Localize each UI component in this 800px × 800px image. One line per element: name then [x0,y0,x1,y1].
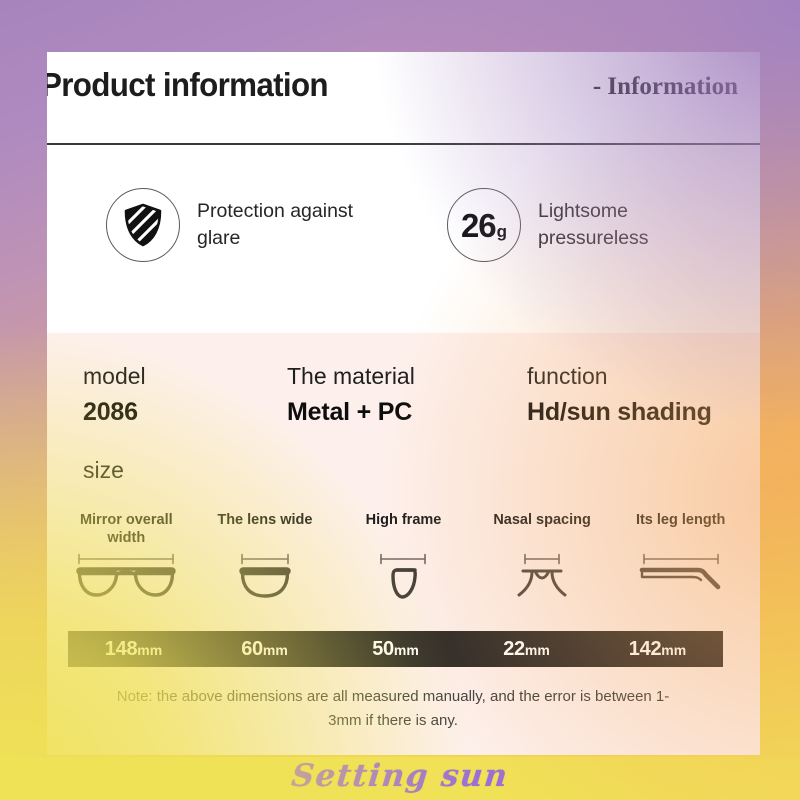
feature-highlights: Protection against glare 26 g Lightsome … [47,145,760,333]
spec-material: The material Metal + PC [287,363,415,427]
shield-icon [124,203,162,247]
single-lens-icon [239,553,291,598]
bridge-icon-wrap [511,549,573,601]
dimension-label: Nasal spacing [493,512,591,528]
dimension-temple-length: Its leg length [611,511,750,601]
feature-label: Protection against glare [197,200,354,249]
weight-badge-circle: 26 g [447,188,521,262]
spec-function: function Hd/sun shading [527,363,712,427]
measurement-number: 22 [503,637,525,660]
watermark-band: Setting sun [0,757,800,800]
measurement-unit: mm [262,641,288,658]
dimension-label: Its leg length [635,512,726,528]
watermark-text: Setting sun [289,758,511,794]
feature-glare-protection: Protection against glare [106,188,397,262]
measurement-number: 148 [104,637,138,660]
measurement-note: Note: the above dimensions are all measu… [116,688,670,729]
spec-value: Hd/sun shading [527,398,712,426]
measurement-cell: 60mm [199,638,330,661]
size-section-heading: size [83,457,124,483]
card-header: Product information - Information [47,52,760,145]
spec-key: The material [287,363,415,389]
measurement-cell: 142mm [592,638,723,661]
gradient-background: Product information - Information Protec… [0,0,800,800]
dimension-label: Mirror overall width [79,512,173,546]
measurement-unit: mm [661,641,687,658]
dimension-mirror-overall-width: Mirror overall width [57,511,196,601]
measurement-unit: mm [524,641,550,658]
lens-height-icon-wrap [373,549,433,601]
weight-unit: g [496,221,508,241]
dimension-frame-height: High frame [334,511,473,601]
dimension-columns: Mirror overall width The lens wide High … [57,511,750,601]
measurement-unit: mm [393,641,419,658]
spec-key: model [83,363,146,389]
lens-height-icon [380,553,427,599]
feature-lightweight: 26 g Lightsome pressureless [447,188,738,262]
header-subtitle: - Information [592,73,738,100]
measurement-number: 60 [241,637,263,660]
dimension-lens-width: The lens wide [196,511,335,601]
temple-arm-icon [639,553,720,590]
shield-icon-circle [106,188,180,262]
measurement-cell: 148mm [68,638,199,661]
weight-badge: 26 g [461,209,507,242]
dimension-nasal-spacing: Nasal spacing [473,511,612,601]
measurement-values-bar: 148mm 60mm 50mm 22mm 142mm [68,631,723,667]
single-lens-icon-wrap [235,549,295,601]
specifications-panel: model 2086 The material Metal + PC funct… [47,333,760,755]
spec-value: 2086 [83,398,138,426]
measurement-number: 50 [372,637,394,660]
product-information-card: Product information - Information Protec… [47,52,760,755]
measurement-number: 142 [628,637,662,660]
spec-model: model 2086 [83,363,146,427]
spec-value: Metal + PC [287,398,413,426]
dimension-label: High frame [365,512,442,528]
full-frame-icon [76,553,176,597]
page-title: Product information [47,66,329,103]
measurement-cell: 22mm [461,638,592,661]
measurement-cell: 50mm [330,638,461,661]
full-frame-icon-wrap [73,549,179,601]
measurement-unit: mm [137,641,163,658]
feature-label: Lightsome pressureless [538,200,649,249]
bridge-icon [517,553,567,597]
weight-value: 26 [460,206,497,244]
spec-key: function [527,363,608,389]
dimension-label: The lens wide [217,512,313,528]
temple-arm-icon-wrap [638,549,724,601]
